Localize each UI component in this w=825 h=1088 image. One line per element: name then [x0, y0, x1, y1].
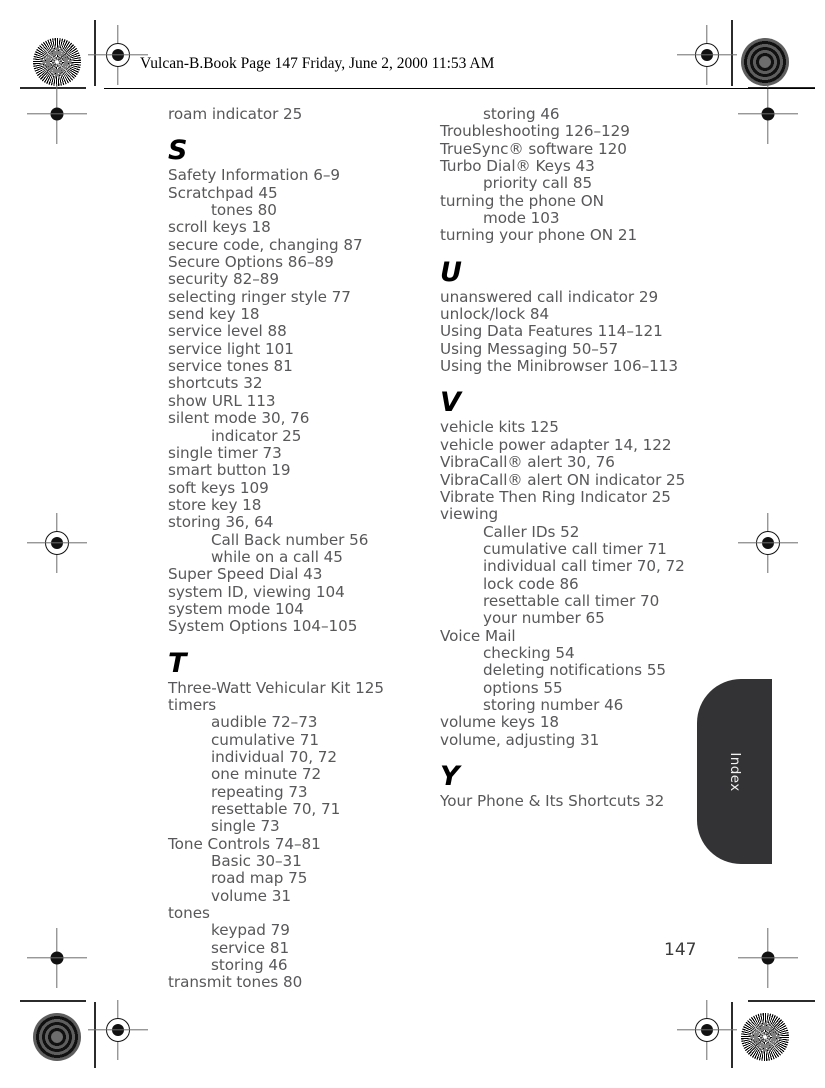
- index-entry: storing 36, 64: [168, 513, 274, 532]
- index-entry: store key 18: [168, 495, 262, 514]
- index-entry: show URL 113: [168, 391, 276, 410]
- index-entry: scroll keys 18: [168, 218, 271, 237]
- index-subentry: resettable 70, 71: [211, 800, 341, 819]
- index-entry: system ID, viewing 104: [168, 582, 345, 601]
- index-subentry: service 81: [211, 938, 290, 957]
- index-subentry: deleting notifications 55: [483, 661, 667, 680]
- index-entry: security 82–89: [168, 270, 280, 289]
- index-entry: viewing: [440, 505, 499, 524]
- index-entry: Turbo Dial® Keys 43: [440, 157, 595, 176]
- index-subentry: storing number 46: [483, 695, 624, 714]
- index-subentry: cumulative call timer 71: [483, 539, 667, 558]
- index-subentry: keypad 79: [211, 921, 290, 940]
- index-subentry: tones 80: [211, 201, 277, 220]
- index-letter-heading: T: [168, 647, 187, 679]
- index-subentry: volume 31: [211, 886, 291, 905]
- index-subentry: individual 70, 72: [211, 748, 337, 766]
- index-subentry: one minute 72: [211, 765, 322, 784]
- index-subentry: individual call timer 70, 72: [483, 557, 685, 576]
- index-subentry: resettable call timer 70: [483, 591, 660, 610]
- index-letter-heading: S: [168, 135, 188, 167]
- index-entry: unlock/lock 84: [440, 305, 550, 324]
- index-entry: volume, adjusting 31: [440, 730, 600, 749]
- index-entry: transmit tones 80: [168, 973, 303, 992]
- index-entry: service level 88: [168, 322, 287, 341]
- index-letter-heading: V: [440, 387, 461, 419]
- index-entry: unanswered call indicator 29: [440, 287, 659, 306]
- index-entry: send key 18: [168, 305, 260, 324]
- index-entry: Super Speed Dial 43: [168, 565, 323, 584]
- index-entry: Secure Options 86–89: [168, 253, 334, 272]
- index-entry: System Options 104–105: [168, 617, 358, 636]
- index-letter-heading: U: [440, 256, 462, 288]
- index-subentry: options 55: [483, 678, 563, 697]
- index-subentry: Caller IDs 52: [483, 522, 580, 541]
- index-column-left: roam indicator 25 S Safety Information 6–9…: [168, 105, 433, 992]
- index-entry: timers: [168, 695, 217, 714]
- index-entry: Three-Watt Vehicular Kit 125: [168, 678, 384, 697]
- index-subentry: lock code 86: [483, 574, 579, 593]
- index-subentry: cumulative 71: [211, 730, 319, 749]
- index-subentry: road map 75: [211, 869, 308, 888]
- index-entry: vehicle kits 125: [440, 418, 559, 437]
- index-entry: Using Data Features 114–121: [440, 322, 663, 341]
- index-entry: service tones 81: [168, 357, 293, 376]
- index-entry: Vibrate Then Ring Indicator 25: [440, 487, 671, 506]
- index-entry: turning your phone ON 21: [440, 226, 638, 245]
- index-subentry: indicator 25: [211, 426, 302, 445]
- index-subentry: priority call 85: [483, 174, 593, 193]
- index-entry: Tone Controls 74–81: [168, 834, 321, 853]
- index-entry: VibraCall® alert ON indicator 25: [440, 470, 686, 489]
- index-entry: turning the phone ON: [440, 191, 604, 210]
- index-entry: single timer 73: [168, 443, 282, 462]
- index-subentry: audible 72–73: [211, 713, 318, 732]
- index-entry: volume keys 18: [440, 713, 560, 732]
- index-entry: soft keys 109: [168, 478, 269, 497]
- index-entry: Your Phone & Its Shortcuts 32: [440, 792, 665, 810]
- index-subentry: storing 46: [211, 956, 288, 975]
- index-entry: tones: [168, 904, 210, 923]
- index-thumb-tab-label: Index: [726, 751, 743, 792]
- index-entry: TrueSync® software 120: [440, 139, 627, 158]
- index-subentry: storing 46: [483, 105, 560, 123]
- index-entry: vehicle power adapter 14, 122: [440, 435, 672, 454]
- index-subentry: checking 54: [483, 643, 575, 662]
- index-entry: system mode 104: [168, 599, 304, 618]
- index-entry: Voice Mail: [440, 626, 516, 645]
- index-thumb-tab: Index: [697, 679, 772, 864]
- index-column-right: storing 46 Troubleshooting 126–129 TrueSyn…: [440, 105, 705, 810]
- index-subentry: repeating 73: [211, 782, 308, 801]
- index-entry: VibraCall® alert 30, 76: [440, 453, 615, 472]
- index-entry: Scratchpad 45: [168, 183, 278, 202]
- index-entry: Using Messaging 50–57: [440, 339, 619, 358]
- index-subentry: mode 103: [483, 209, 560, 228]
- index-entry: secure code, changing 87: [168, 235, 363, 254]
- index-entry: service light 101: [168, 339, 294, 358]
- index-subentry: your number 65: [483, 609, 605, 628]
- index-subentry: Call Back number 56: [211, 530, 369, 549]
- index-entry: smart button 19: [168, 461, 291, 480]
- index-entry: selecting ringer style 77: [168, 287, 351, 306]
- index-subentry: while on a call 45: [211, 547, 343, 566]
- index-entry: silent mode 30, 76: [168, 409, 310, 428]
- index-subentry: Basic 30–31: [211, 852, 302, 871]
- index-entry: shortcuts 32: [168, 374, 263, 393]
- index-page-body: roam indicator 25 S Safety Information 6–9…: [0, 0, 825, 1088]
- page-number: 147: [664, 940, 697, 960]
- index-entry: Safety Information 6–9: [168, 166, 340, 185]
- index-entry: Using the Minibrowser 106–113: [440, 357, 678, 376]
- index-entry: Troubleshooting 126–129: [440, 122, 630, 141]
- index-letter-heading: Y: [440, 761, 460, 792]
- index-subentry: single 73: [211, 817, 280, 836]
- index-entry: roam indicator 25: [168, 105, 303, 123]
